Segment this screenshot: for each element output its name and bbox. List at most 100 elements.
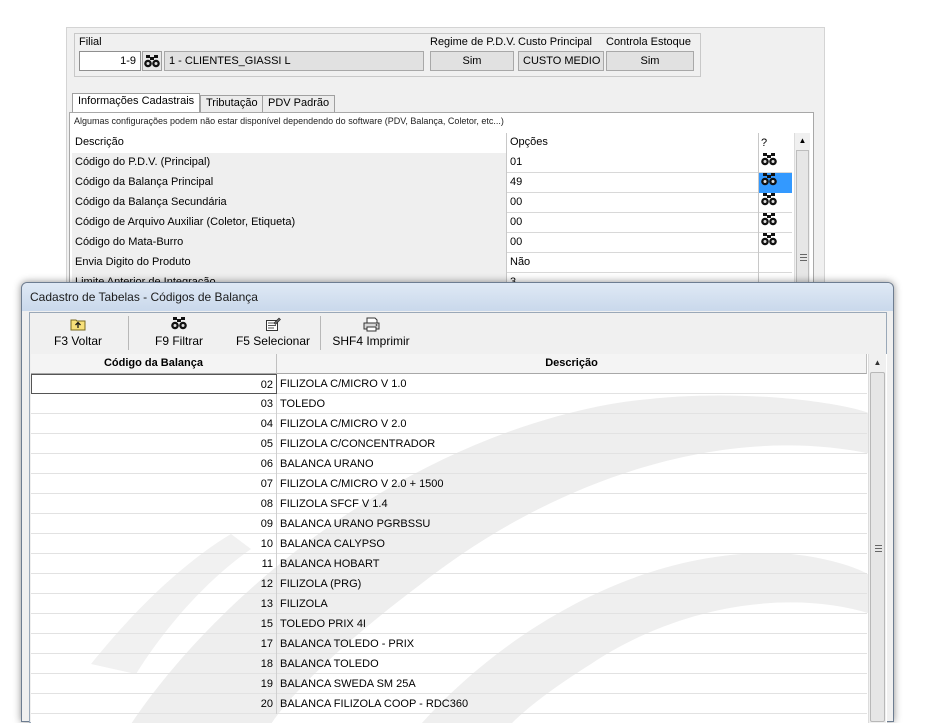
table-row[interactable]: 02 FILIZOLA C/MICRO V 1.0 [31, 374, 867, 394]
table-row[interactable]: 13 FILIZOLA [31, 594, 867, 614]
window-title[interactable]: Cadastro de Tabelas - Códigos de Balança [22, 283, 893, 311]
option-lookup-button[interactable] [759, 233, 792, 253]
scroll-up-icon[interactable]: ▲ [869, 354, 886, 371]
table-row[interactable]: 08 FILIZOLA SFCF V 1.4 [31, 494, 867, 514]
row-code: 07 [31, 474, 277, 494]
row-description: FILIZOLA SFCF V 1.4 [280, 498, 388, 510]
row-description: BALANCA CALYPSO [280, 538, 385, 550]
table-row[interactable]: 06 BALANCA URANO [31, 454, 867, 474]
row-code: 02 [31, 374, 277, 394]
binoculars-icon [761, 213, 777, 233]
binoculars-icon [761, 233, 777, 253]
binoculars-icon [144, 54, 160, 67]
row-code: 20 [31, 694, 277, 714]
table-row[interactable]: 09 BALANCA URANO PGRBSSU [31, 514, 867, 534]
header-descricao[interactable]: Descrição [277, 354, 867, 374]
option-value[interactable]: 00 [507, 233, 759, 253]
scroll-up-icon[interactable]: ▲ [795, 133, 810, 149]
voltar-button[interactable]: F3 Voltar [44, 313, 112, 353]
option-lookup-button[interactable] [759, 173, 792, 193]
custo-label: Custo Principal [518, 36, 592, 48]
option-description: Código do P.D.V. (Principal) [72, 153, 507, 173]
selecionar-label: F5 Selecionar [235, 334, 311, 348]
tab-pdv-padrao[interactable]: PDV Padrão [262, 95, 336, 113]
option-row[interactable]: Envia Digito do Produto Não [72, 253, 792, 273]
row-description: BALANCA TOLEDO [280, 658, 379, 670]
table-row[interactable]: 10 BALANCA CALYPSO [31, 534, 867, 554]
row-code: 17 [31, 634, 277, 654]
estoque-label: Controla Estoque [606, 36, 691, 48]
header-opcoes: Opções [507, 133, 759, 153]
voltar-label: F3 Voltar [53, 334, 103, 348]
row-code: 08 [31, 494, 277, 514]
filtrar-label: F9 Filtrar [155, 334, 203, 348]
header-help: ? [759, 133, 792, 153]
option-value[interactable]: 00 [507, 213, 759, 233]
row-description: BALANCA FILIZOLA COOP - RDC360 [280, 698, 469, 710]
option-row[interactable]: Código do P.D.V. (Principal) 01 [72, 153, 792, 173]
table-row[interactable]: 20 BALANCA FILIZOLA COOP - RDC360 [31, 694, 867, 714]
option-row[interactable]: Código do Mata-Burro 00 [72, 233, 792, 253]
row-code: 04 [31, 414, 277, 434]
toolbar: F3 Voltar F9 Filtrar F5 Selecionar SHF4 … [30, 313, 886, 353]
row-code: 13 [31, 594, 277, 614]
option-value[interactable]: Não [507, 253, 759, 273]
row-code: 09 [31, 514, 277, 534]
grid-scroll-thumb[interactable] [870, 372, 885, 722]
table-row[interactable]: 07 FILIZOLA C/MICRO V 2.0 + 1500 [31, 474, 867, 494]
selecionar-button[interactable]: F5 Selecionar [234, 313, 312, 353]
regime-label: Regime de P.D.V. [430, 36, 516, 48]
table-row[interactable]: 19 BALANCA SWEDA SM 25A [31, 674, 867, 694]
filial-lookup-button[interactable] [142, 51, 162, 71]
table-row[interactable]: 18 BALANCA TOLEDO [31, 654, 867, 674]
option-description: Envia Digito do Produto [72, 253, 507, 273]
row-description: FILIZOLA C/CONCENTRADOR [280, 438, 436, 450]
table-row[interactable]: 11 BALANCA HOBART [31, 554, 867, 574]
filtrar-button[interactable]: F9 Filtrar [146, 313, 212, 353]
row-code: 10 [31, 534, 277, 554]
option-lookup-button[interactable] [759, 193, 792, 213]
tab-informacoes-cadastrais[interactable]: Informações Cadastrais [72, 93, 201, 114]
filial-label: Filial [79, 36, 102, 48]
table-row[interactable]: 12 FILIZOLA (PRG) [31, 574, 867, 594]
row-description: BALANCA SWEDA SM 25A [280, 678, 416, 690]
header-codigo[interactable]: Código da Balança [31, 354, 277, 374]
codigos-balanca-window: Cadastro de Tabelas - Códigos de Balança… [21, 282, 894, 723]
tab-tributacao[interactable]: Tributação [200, 95, 264, 113]
grid-header: Código da Balança Descrição [31, 354, 871, 374]
filial-input[interactable]: 1-9 [79, 51, 141, 71]
row-code: 12 [31, 574, 277, 594]
row-code: 11 [31, 554, 277, 574]
table-row[interactable]: 03 TOLEDO [31, 394, 867, 414]
binoculars-icon [761, 193, 777, 213]
option-lookup-button[interactable] [759, 213, 792, 233]
option-value[interactable]: 01 [507, 153, 759, 173]
table-row[interactable]: 05 FILIZOLA C/CONCENTRADOR [31, 434, 867, 454]
option-description: Código da Balança Principal [72, 173, 507, 193]
row-description: TOLEDO PRIX 4I [280, 618, 366, 630]
row-code: 19 [31, 674, 277, 694]
row-description: TOLEDO [280, 398, 326, 410]
imprimir-button[interactable]: SHF4 Imprimir [330, 313, 412, 353]
grid-scrollbar[interactable]: ▲ [868, 354, 886, 723]
option-row[interactable]: Código da Balança Secundária 00 [72, 193, 792, 213]
option-value[interactable]: 00 [507, 193, 759, 213]
option-description: Código do Mata-Burro [72, 233, 507, 253]
table-row[interactable]: 04 FILIZOLA C/MICRO V 2.0 [31, 414, 867, 434]
row-code: 05 [31, 434, 277, 454]
option-row[interactable]: Código de Arquivo Auxiliar (Coletor, Eti… [72, 213, 792, 233]
row-description: BALANCA URANO [280, 458, 374, 470]
option-row[interactable]: Código da Balança Principal 49 [72, 173, 792, 193]
table-row[interactable]: 15 TOLEDO PRIX 4I [31, 614, 867, 634]
option-value[interactable]: 49 [507, 173, 759, 193]
header-descricao: Descrição [72, 133, 507, 153]
row-description: BALANCA HOBART [280, 558, 380, 570]
binoculars-icon [761, 173, 777, 193]
row-code: 18 [31, 654, 277, 674]
row-description: FILIZOLA [280, 598, 328, 610]
table-row[interactable]: 17 BALANCA TOLEDO - PRIX [31, 634, 867, 654]
option-lookup-cell [759, 253, 792, 273]
row-description: BALANCA TOLEDO - PRIX [280, 638, 415, 650]
row-code: 03 [31, 394, 277, 414]
option-lookup-button[interactable] [759, 153, 792, 173]
